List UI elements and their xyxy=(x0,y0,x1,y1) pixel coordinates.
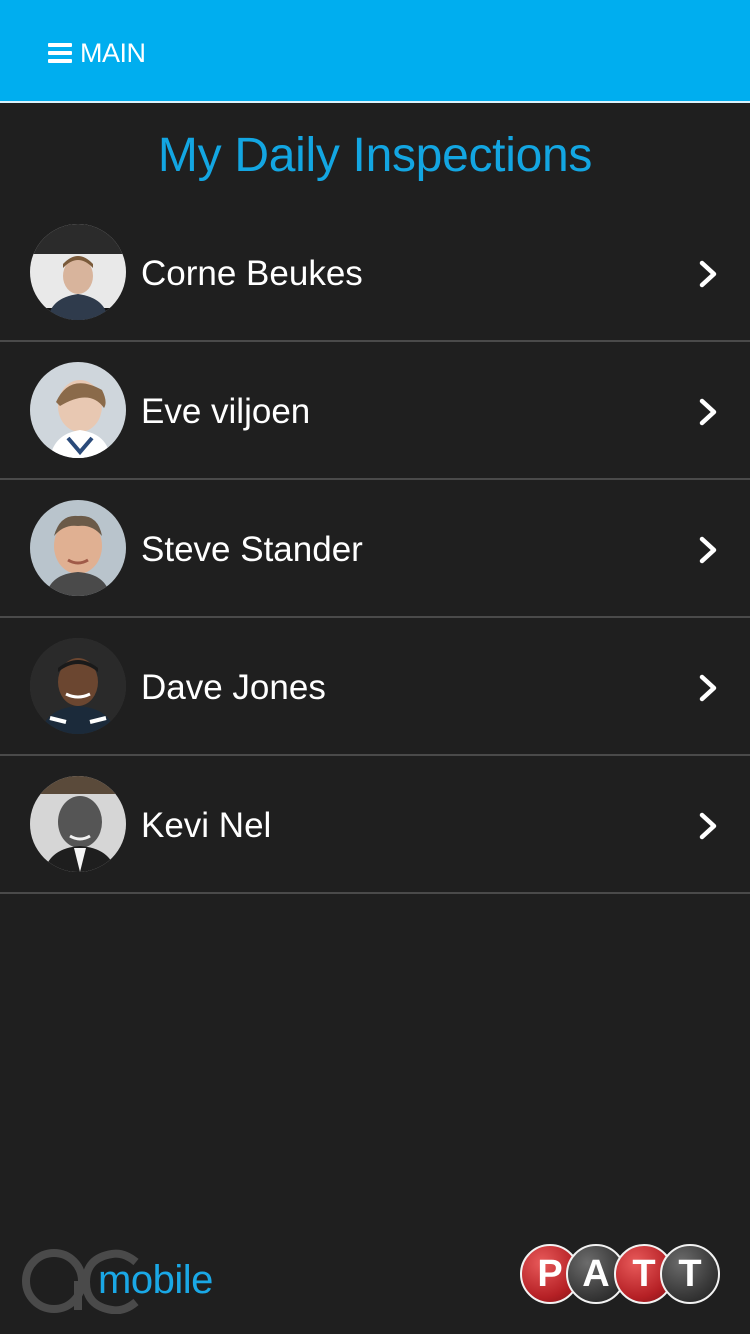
ac-logo-text: mobile xyxy=(98,1258,213,1302)
list-item-inspector[interactable]: Corne Beukes xyxy=(0,204,750,342)
list-item-inspector[interactable]: Steve Stander xyxy=(0,480,750,618)
avatar xyxy=(30,776,126,872)
chevron-right-icon xyxy=(696,398,720,426)
list-item-inspector[interactable]: Dave Jones xyxy=(0,618,750,756)
inspector-name: Kevi Nel xyxy=(141,806,272,845)
avatar xyxy=(30,362,126,458)
list-item-inspector[interactable]: Kevi Nel xyxy=(0,756,750,894)
main-menu-label: MAIN xyxy=(80,37,146,68)
inspector-name: Steve Stander xyxy=(141,530,363,569)
chevron-right-icon xyxy=(696,260,720,288)
page-title: My Daily Inspections xyxy=(157,129,593,182)
inspector-name: Corne Beukes xyxy=(141,254,363,293)
chevron-right-icon xyxy=(696,812,720,840)
avatar xyxy=(30,500,126,596)
avatar xyxy=(30,638,126,734)
inspections-list: Corne Beukes Eve viljoen Steve Stander D… xyxy=(0,204,750,894)
ac-mobile-logo: mobile xyxy=(20,1248,230,1314)
patt-logo: P A T T xyxy=(520,1244,720,1306)
top-app-bar: MAIN xyxy=(0,0,750,103)
hamburger-menu-icon xyxy=(48,43,72,63)
app-screen: MAIN My Daily Inspections Corne Beukes E… xyxy=(0,0,750,1334)
avatar xyxy=(30,224,126,320)
chevron-right-icon xyxy=(696,536,720,564)
patt-letter: T xyxy=(660,1244,720,1304)
inspector-name: Dave Jones xyxy=(141,668,326,707)
main-menu-button[interactable]: MAIN xyxy=(48,34,146,72)
chevron-right-icon xyxy=(696,674,720,702)
inspector-name: Eve viljoen xyxy=(141,392,311,431)
list-item-inspector[interactable]: Eve viljoen xyxy=(0,342,750,480)
